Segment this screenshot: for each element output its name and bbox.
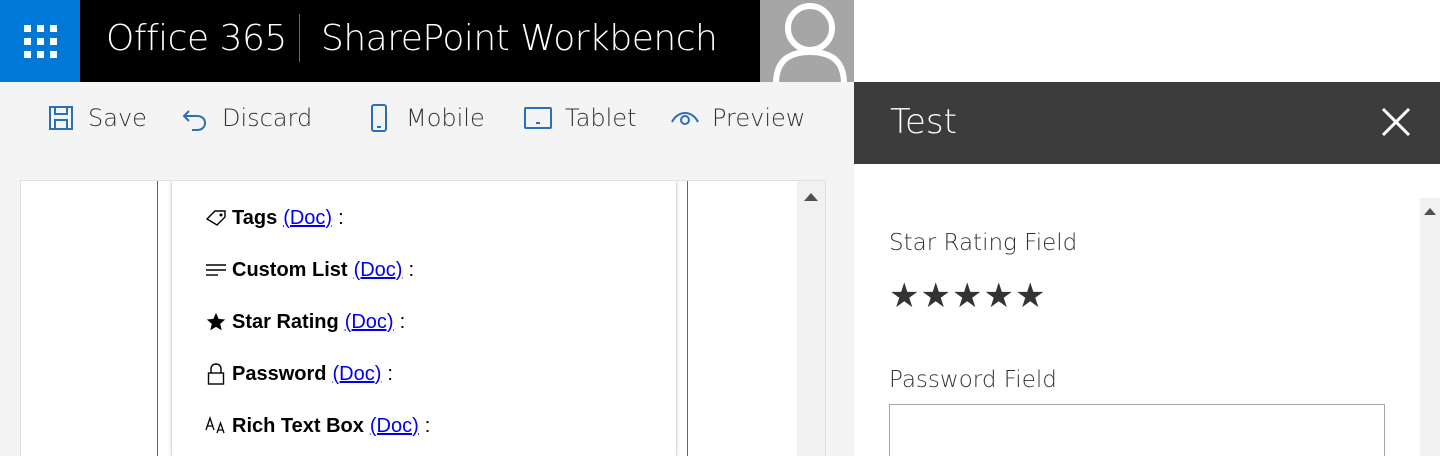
brand-divider xyxy=(299,14,300,62)
save-icon xyxy=(46,103,76,133)
list-icon xyxy=(204,258,228,282)
field-row-password: Password (Doc) : xyxy=(204,359,393,389)
tablet-label: Tablet xyxy=(565,104,637,132)
star-icon[interactable]: ★ xyxy=(983,276,1013,316)
doc-link[interactable]: (Doc) xyxy=(370,415,419,438)
brand-title[interactable]: Office 365 xyxy=(106,18,287,59)
property-pane-scrollbar[interactable] xyxy=(1420,198,1440,456)
field-name: Tags xyxy=(232,206,278,229)
app-launcher-button[interactable] xyxy=(0,0,80,82)
tag-icon xyxy=(204,206,228,230)
field-row-custom-list: Custom List (Doc) : xyxy=(204,255,414,285)
field-name: Rich Text Box xyxy=(232,414,364,437)
preview-label: Preview xyxy=(712,104,806,132)
colon: : xyxy=(338,206,344,229)
star-icon xyxy=(204,310,228,334)
suite-bar: Office 365 SharePoint Workbench xyxy=(0,0,854,82)
star-icon[interactable]: ★ xyxy=(920,276,950,316)
zone-right-border xyxy=(687,181,688,456)
doc-link[interactable]: (Doc) xyxy=(283,207,332,230)
font-size-icon xyxy=(204,414,228,438)
password-input[interactable] xyxy=(889,404,1385,456)
command-bar: Save Discard Mobile Tablet Preview xyxy=(0,82,854,152)
mobile-button[interactable]: Mobile xyxy=(364,102,485,134)
scroll-up-arrow-icon[interactable] xyxy=(1424,208,1436,215)
save-label: Save xyxy=(88,104,147,132)
discard-button[interactable]: Discard xyxy=(180,102,312,134)
tablet-icon xyxy=(523,103,553,133)
property-pane-title: Test xyxy=(890,102,957,142)
field-row-rich-text-box: Rich Text Box (Doc) : xyxy=(204,411,430,441)
save-button[interactable]: Save xyxy=(46,102,147,134)
field-name: Password xyxy=(232,362,327,385)
star-rating-field-label: Star Rating Field xyxy=(889,230,1078,256)
app-title[interactable]: SharePoint Workbench xyxy=(321,18,718,59)
colon: : xyxy=(424,414,431,437)
lock-icon xyxy=(204,362,228,386)
scroll-up-arrow-icon[interactable] xyxy=(804,193,818,201)
doc-link[interactable]: (Doc) xyxy=(332,363,381,386)
workbench-canvas: Tags (Doc) : Custom List (Doc) : Star Ra… xyxy=(0,152,854,456)
canvas-scrollbar[interactable] xyxy=(797,181,825,456)
person-icon xyxy=(773,3,847,82)
star-rating-control[interactable]: ★ ★ ★ ★ ★ xyxy=(889,276,1046,316)
close-button[interactable] xyxy=(1378,104,1414,140)
mobile-icon xyxy=(364,103,394,133)
mobile-label: Mobile xyxy=(406,104,485,132)
close-icon xyxy=(1381,107,1411,137)
field-row-tags: Tags (Doc) : xyxy=(204,203,344,233)
eye-icon xyxy=(670,103,700,133)
discard-label: Discard xyxy=(222,104,313,132)
property-pane-body: Star Rating Field ★ ★ ★ ★ ★ Password Fie… xyxy=(854,164,1440,456)
canvas-area: Tags (Doc) : Custom List (Doc) : Star Ra… xyxy=(20,180,826,456)
doc-link[interactable]: (Doc) xyxy=(345,311,394,334)
property-pane-header: Test xyxy=(854,82,1440,164)
field-row-star-rating: Star Rating (Doc) : xyxy=(204,307,405,337)
colon: : xyxy=(408,258,415,281)
field-name: Star Rating xyxy=(232,310,339,333)
tablet-button[interactable]: Tablet xyxy=(523,102,636,134)
star-icon[interactable]: ★ xyxy=(1015,276,1045,316)
web-part[interactable]: Tags (Doc) : Custom List (Doc) : Star Ra… xyxy=(171,181,677,456)
undo-icon xyxy=(180,103,210,133)
preview-button[interactable]: Preview xyxy=(670,102,805,134)
field-name: Custom List xyxy=(232,258,348,281)
colon: : xyxy=(399,310,406,333)
colon: : xyxy=(387,362,393,385)
avatar[interactable] xyxy=(760,0,854,82)
star-icon[interactable]: ★ xyxy=(889,276,919,316)
zone-left-border xyxy=(157,181,158,456)
password-field-label: Password Field xyxy=(889,367,1057,393)
star-icon[interactable]: ★ xyxy=(952,276,982,316)
app-launcher-icon xyxy=(23,24,57,58)
doc-link[interactable]: (Doc) xyxy=(354,259,403,282)
